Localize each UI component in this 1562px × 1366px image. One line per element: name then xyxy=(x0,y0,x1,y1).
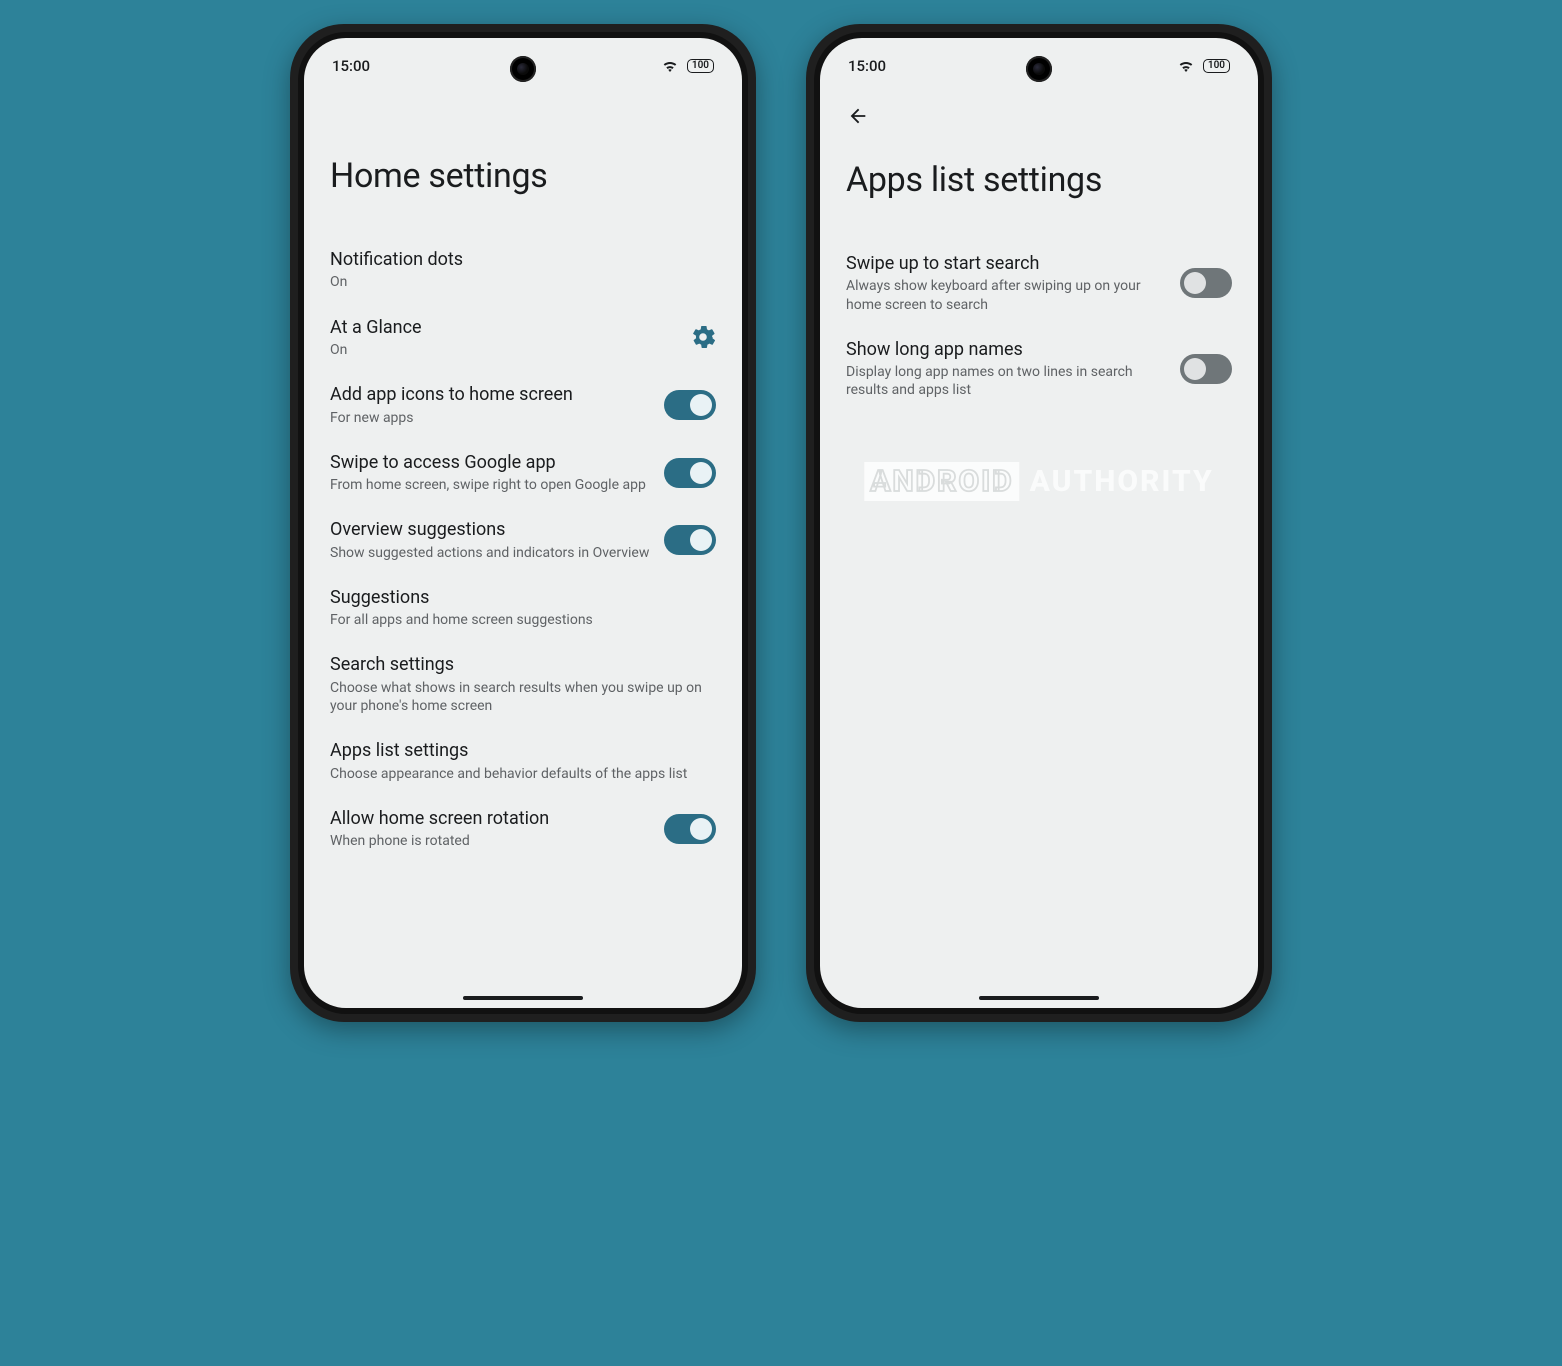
status-time: 15:00 xyxy=(848,57,886,75)
status-right: 100 xyxy=(661,57,714,75)
row-apps-list-settings[interactable]: Apps list settings Choose appearance and… xyxy=(330,727,716,795)
gesture-bar[interactable] xyxy=(979,996,1099,1000)
row-sub: On xyxy=(330,341,676,359)
row-sub: For all apps and home screen suggestions xyxy=(330,611,716,629)
toggle-knob xyxy=(690,529,712,551)
row-sub: From home screen, swipe right to open Go… xyxy=(330,476,650,494)
screen-right: 15:00 100 Apps list settings Swipe up to… xyxy=(820,38,1258,1008)
gear-icon[interactable] xyxy=(690,324,716,350)
row-at-a-glance[interactable]: At a Glance On xyxy=(330,304,716,372)
toggle-knob xyxy=(690,818,712,840)
toggle-add-app-icons[interactable] xyxy=(664,390,716,420)
toggle-allow-rotation[interactable] xyxy=(664,814,716,844)
content-left[interactable]: Home settings Notification dots On At a … xyxy=(304,94,742,1008)
row-title: Allow home screen rotation xyxy=(330,807,650,830)
row-show-long-names[interactable]: Show long app names Display long app nam… xyxy=(846,326,1232,412)
screen-left: 15:00 100 Home settings Notification dot… xyxy=(304,38,742,1008)
toggle-knob xyxy=(1184,272,1206,294)
toggle-show-long-names[interactable] xyxy=(1180,354,1232,384)
status-right: 100 xyxy=(1177,57,1230,75)
battery-icon: 100 xyxy=(1203,59,1230,73)
back-button[interactable] xyxy=(840,98,876,134)
page-title: Home settings xyxy=(330,156,716,196)
row-search-settings[interactable]: Search settings Choose what shows in sea… xyxy=(330,641,716,727)
toggle-swipe-up-search[interactable] xyxy=(1180,268,1232,298)
row-sub: Choose appearance and behavior defaults … xyxy=(330,765,716,783)
row-suggestions[interactable]: Suggestions For all apps and home screen… xyxy=(330,574,716,642)
toggle-knob xyxy=(1184,358,1206,380)
row-sub: Always show keyboard after swiping up on… xyxy=(846,277,1166,313)
row-title: Search settings xyxy=(330,653,716,676)
row-title: At a Glance xyxy=(330,316,676,339)
row-title: Swipe up to start search xyxy=(846,252,1166,275)
status-time: 15:00 xyxy=(332,57,370,75)
row-sub: Show suggested actions and indicators in… xyxy=(330,544,650,562)
row-title: Notification dots xyxy=(330,248,716,271)
toggle-overview-suggestions[interactable] xyxy=(664,525,716,555)
toggle-swipe-google[interactable] xyxy=(664,458,716,488)
row-sub: On xyxy=(330,273,716,291)
row-title: Swipe to access Google app xyxy=(330,451,650,474)
row-title: Overview suggestions xyxy=(330,518,650,541)
row-title: Show long app names xyxy=(846,338,1166,361)
camera-cutout xyxy=(1026,56,1052,82)
gesture-bar[interactable] xyxy=(463,996,583,1000)
topbar xyxy=(820,94,1258,138)
battery-icon: 100 xyxy=(687,59,714,73)
row-allow-rotation[interactable]: Allow home screen rotation When phone is… xyxy=(330,795,716,863)
phone-bezel: 15:00 100 Apps list settings Swipe up to… xyxy=(814,32,1264,1014)
row-overview-suggestions[interactable]: Overview suggestions Show suggested acti… xyxy=(330,506,716,574)
row-title: Add app icons to home screen xyxy=(330,383,650,406)
row-swipe-up-search[interactable]: Swipe up to start search Always show key… xyxy=(846,240,1232,326)
row-title: Suggestions xyxy=(330,586,716,609)
row-notification-dots[interactable]: Notification dots On xyxy=(330,236,716,304)
row-swipe-google[interactable]: Swipe to access Google app From home scr… xyxy=(330,439,716,507)
page-title: Apps list settings xyxy=(846,160,1232,200)
row-sub: Display long app names on two lines in s… xyxy=(846,363,1166,399)
row-add-app-icons[interactable]: Add app icons to home screen For new app… xyxy=(330,371,716,439)
phone-frame-right: 15:00 100 Apps list settings Swipe up to… xyxy=(806,24,1272,1022)
phone-bezel: 15:00 100 Home settings Notification dot… xyxy=(298,32,748,1014)
toggle-knob xyxy=(690,394,712,416)
toggle-knob xyxy=(690,462,712,484)
row-sub: Choose what shows in search results when… xyxy=(330,679,716,715)
content-right[interactable]: Apps list settings Swipe up to start sea… xyxy=(820,138,1258,1008)
camera-cutout xyxy=(510,56,536,82)
row-title: Apps list settings xyxy=(330,739,716,762)
arrow-back-icon xyxy=(847,105,869,127)
wifi-icon xyxy=(1177,57,1195,75)
phone-frame-left: 15:00 100 Home settings Notification dot… xyxy=(290,24,756,1022)
row-sub: For new apps xyxy=(330,409,650,427)
row-sub: When phone is rotated xyxy=(330,832,650,850)
wifi-icon xyxy=(661,57,679,75)
